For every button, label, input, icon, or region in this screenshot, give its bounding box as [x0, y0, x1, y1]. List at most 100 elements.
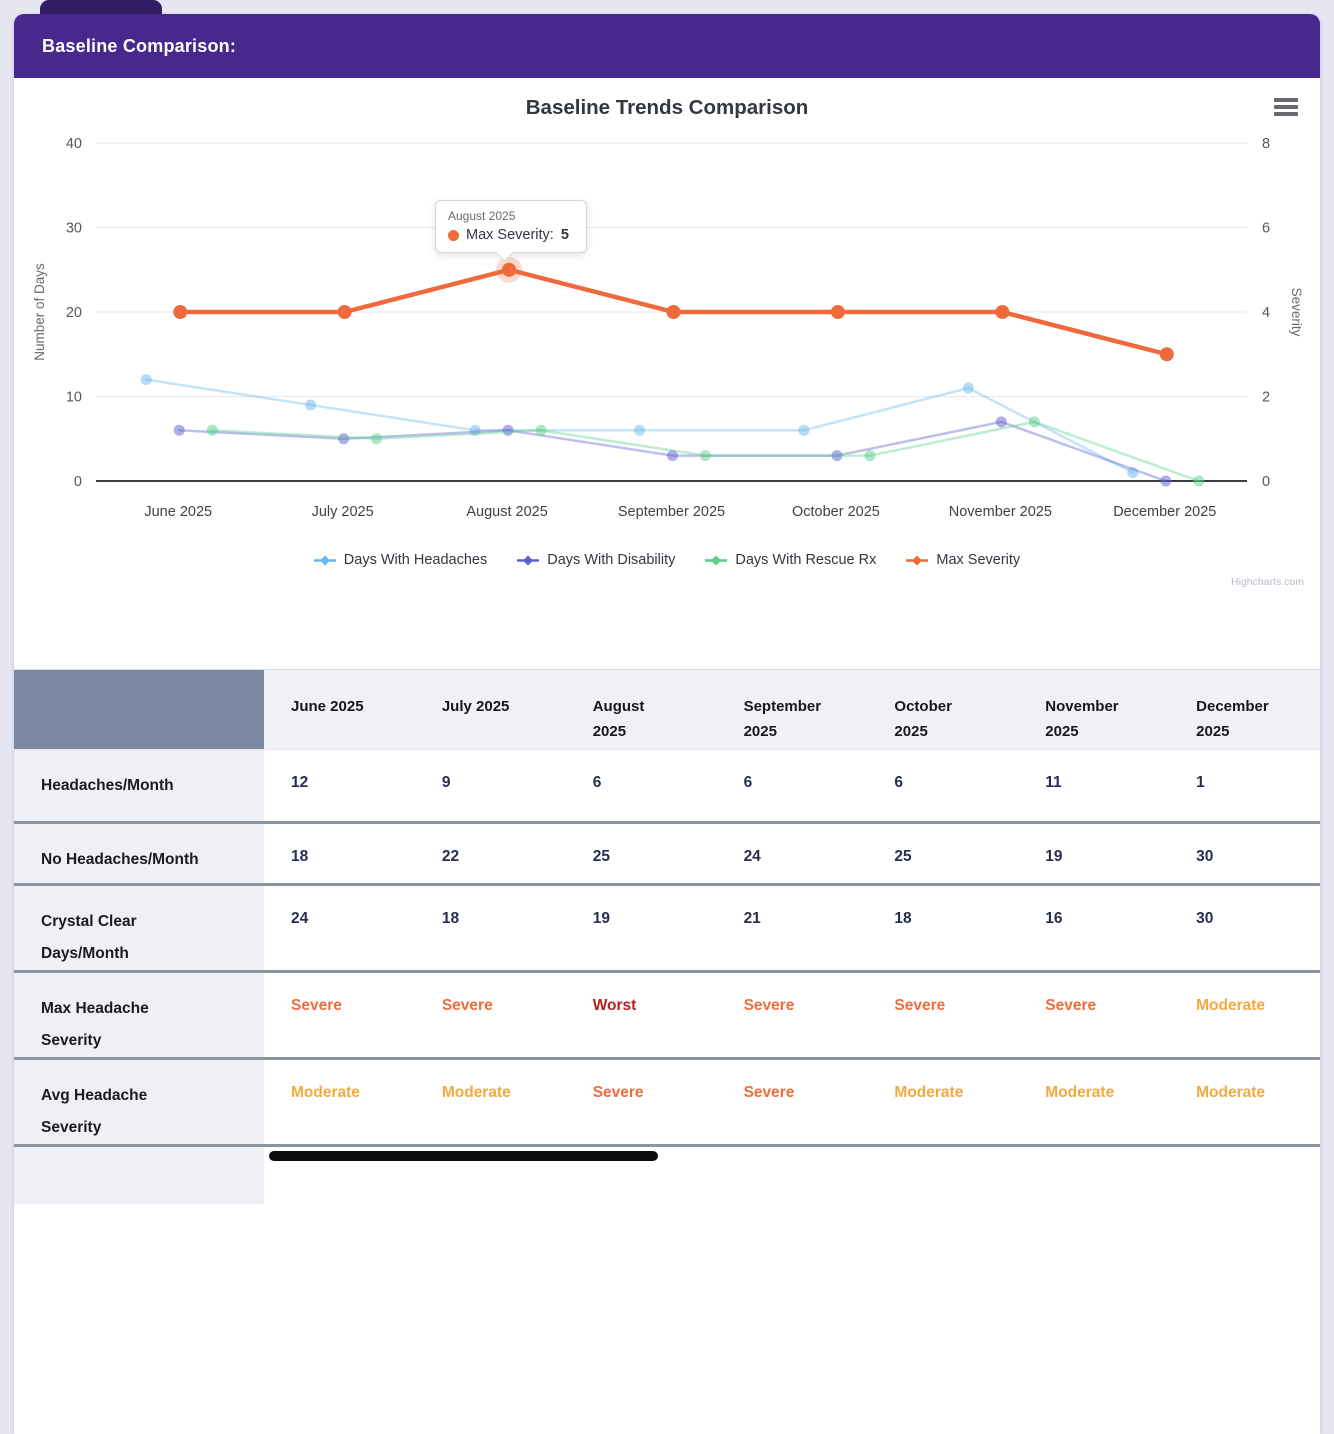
- data-point-marker[interactable]: [174, 425, 185, 436]
- table-row: Max Headache SeveritySevereSevereWorstSe…: [14, 970, 1320, 1057]
- data-point-marker[interactable]: [338, 305, 352, 319]
- data-point-marker[interactable]: [536, 425, 547, 436]
- x-tick-label: November 2025: [949, 504, 1052, 520]
- data-point-marker[interactable]: [502, 263, 516, 277]
- chart-context-menu-button[interactable]: [1274, 98, 1298, 116]
- x-tick-label: August 2025: [466, 504, 547, 520]
- table-header-row: June 2025July 2025August 2025September 2…: [14, 670, 1320, 749]
- table-value-cell: 6: [717, 750, 868, 821]
- table-value-cell: 16: [1018, 886, 1169, 970]
- table-value-cell: Severe: [867, 973, 1018, 1057]
- legend-item-days-with-rescue-rx[interactable]: Days With Rescue Rx: [705, 552, 876, 568]
- table-value-cell: Severe: [415, 973, 566, 1057]
- y-left-tick-label: 20: [66, 305, 82, 321]
- data-point-marker[interactable]: [700, 450, 711, 461]
- table-value-cell: 25: [566, 824, 717, 883]
- table-value-cell: 21: [717, 886, 868, 970]
- column-header: December 2025: [1169, 670, 1320, 749]
- data-point-marker[interactable]: [1029, 416, 1040, 427]
- tooltip-value: 5: [561, 227, 569, 243]
- baseline-comparison-table: June 2025July 2025August 2025September 2…: [14, 669, 1320, 1204]
- table-value-cell: Moderate: [1169, 973, 1320, 1057]
- table-value-cell: 30: [1169, 824, 1320, 883]
- table-row: Avg Headache SeverityModerateModerateSev…: [14, 1057, 1320, 1144]
- table-value-cell: 12: [264, 750, 415, 821]
- legend-label: Max Severity: [936, 552, 1020, 568]
- table-value-cell: Moderate: [1169, 1060, 1320, 1144]
- data-point-marker[interactable]: [371, 433, 382, 444]
- series-max-severity: [173, 257, 1174, 362]
- panel-title: Baseline Comparison:: [42, 36, 236, 57]
- data-point-marker[interactable]: [831, 305, 845, 319]
- table-value-cell: Moderate: [415, 1060, 566, 1144]
- y-left-tick-label: 10: [66, 390, 82, 406]
- table-value-cell: 18: [867, 886, 1018, 970]
- table-value-cell: [867, 1147, 1018, 1204]
- x-tick-label: October 2025: [792, 504, 880, 520]
- data-point-marker[interactable]: [338, 433, 349, 444]
- chart-title: Baseline Trends Comparison: [526, 96, 809, 119]
- legend-marker-icon: [705, 554, 727, 567]
- table-value-cell: Moderate: [1018, 1060, 1169, 1144]
- row-label: Headaches/Month: [14, 750, 264, 821]
- table-value-cell: 6: [566, 750, 717, 821]
- table-value-cell: [1018, 1147, 1169, 1204]
- data-point-marker[interactable]: [996, 416, 1007, 427]
- data-point-marker[interactable]: [1193, 476, 1204, 487]
- row-label: Crystal Clear Days/Month: [14, 886, 264, 970]
- legend-label: Days With Rescue Rx: [735, 552, 876, 568]
- tooltip-series-dot-icon: [448, 230, 459, 241]
- legend-label: Days With Headaches: [344, 552, 487, 568]
- baseline-comparison-panel: Baseline Comparison: Baseline Trends Com…: [14, 14, 1320, 1434]
- legend-item-days-with-disability[interactable]: Days With Disability: [517, 552, 675, 568]
- legend-item-days-with-headaches[interactable]: Days With Headaches: [314, 552, 487, 568]
- data-point-marker[interactable]: [963, 383, 974, 394]
- data-point-marker[interactable]: [864, 450, 875, 461]
- table-value-cell: Moderate: [264, 1060, 415, 1144]
- legend-item-max-severity[interactable]: Max Severity: [906, 552, 1020, 568]
- column-header: November 2025: [1018, 670, 1169, 749]
- y-right-tick-label: 0: [1262, 474, 1270, 490]
- table-value-cell: 18: [415, 886, 566, 970]
- legend-marker-icon: [314, 554, 336, 567]
- data-point-marker[interactable]: [1160, 347, 1174, 361]
- data-point-marker[interactable]: [305, 399, 316, 410]
- tooltip-date: August 2025: [448, 209, 574, 223]
- table-value-cell: 22: [415, 824, 566, 883]
- y-left-tick-label: 0: [74, 474, 82, 490]
- table-value-cell: [717, 1147, 868, 1204]
- data-point-marker[interactable]: [503, 425, 514, 436]
- x-tick-label: December 2025: [1113, 504, 1216, 520]
- column-header: October 2025: [867, 670, 1018, 749]
- table-value-cell: Severe: [717, 973, 868, 1057]
- column-header: September 2025: [717, 670, 868, 749]
- y-right-tick-label: 8: [1262, 136, 1270, 152]
- data-point-marker[interactable]: [634, 425, 645, 436]
- horizontal-scrollbar-thumb[interactable]: [269, 1151, 658, 1161]
- chart-legend: Days With Headaches Days With Disability D…: [14, 552, 1320, 568]
- data-point-marker[interactable]: [207, 425, 218, 436]
- y-left-axis-title: Number of Days: [32, 263, 47, 361]
- data-point-marker[interactable]: [798, 425, 809, 436]
- row-label: No Headaches/Month: [14, 824, 264, 883]
- table-value-cell: 1: [1169, 750, 1320, 821]
- data-point-marker[interactable]: [173, 305, 187, 319]
- data-point-marker[interactable]: [667, 305, 681, 319]
- legend-label: Days With Disability: [547, 552, 675, 568]
- table-row: No Headaches/Month18222524251930: [14, 821, 1320, 883]
- table-value-cell: 9: [415, 750, 566, 821]
- table-value-cell: Severe: [1018, 973, 1169, 1057]
- data-point-marker[interactable]: [141, 374, 152, 385]
- data-point-marker[interactable]: [995, 305, 1009, 319]
- table-value-cell: Severe: [264, 973, 415, 1057]
- highcharts-credit-link[interactable]: Highcharts.com: [1231, 576, 1304, 588]
- y-right-axis-title: Severity: [1289, 288, 1304, 337]
- table-value-cell: 19: [566, 886, 717, 970]
- legend-marker-icon: [906, 554, 928, 567]
- table-value-cell: [1169, 1147, 1320, 1204]
- baseline-trends-chart: Baseline Trends Comparison Number of Day…: [14, 78, 1320, 660]
- row-label: Max Headache Severity: [14, 973, 264, 1057]
- data-point-marker[interactable]: [1160, 476, 1171, 487]
- table-corner-cell: [14, 670, 264, 749]
- series-days-with-rescue-rx: [207, 416, 1205, 486]
